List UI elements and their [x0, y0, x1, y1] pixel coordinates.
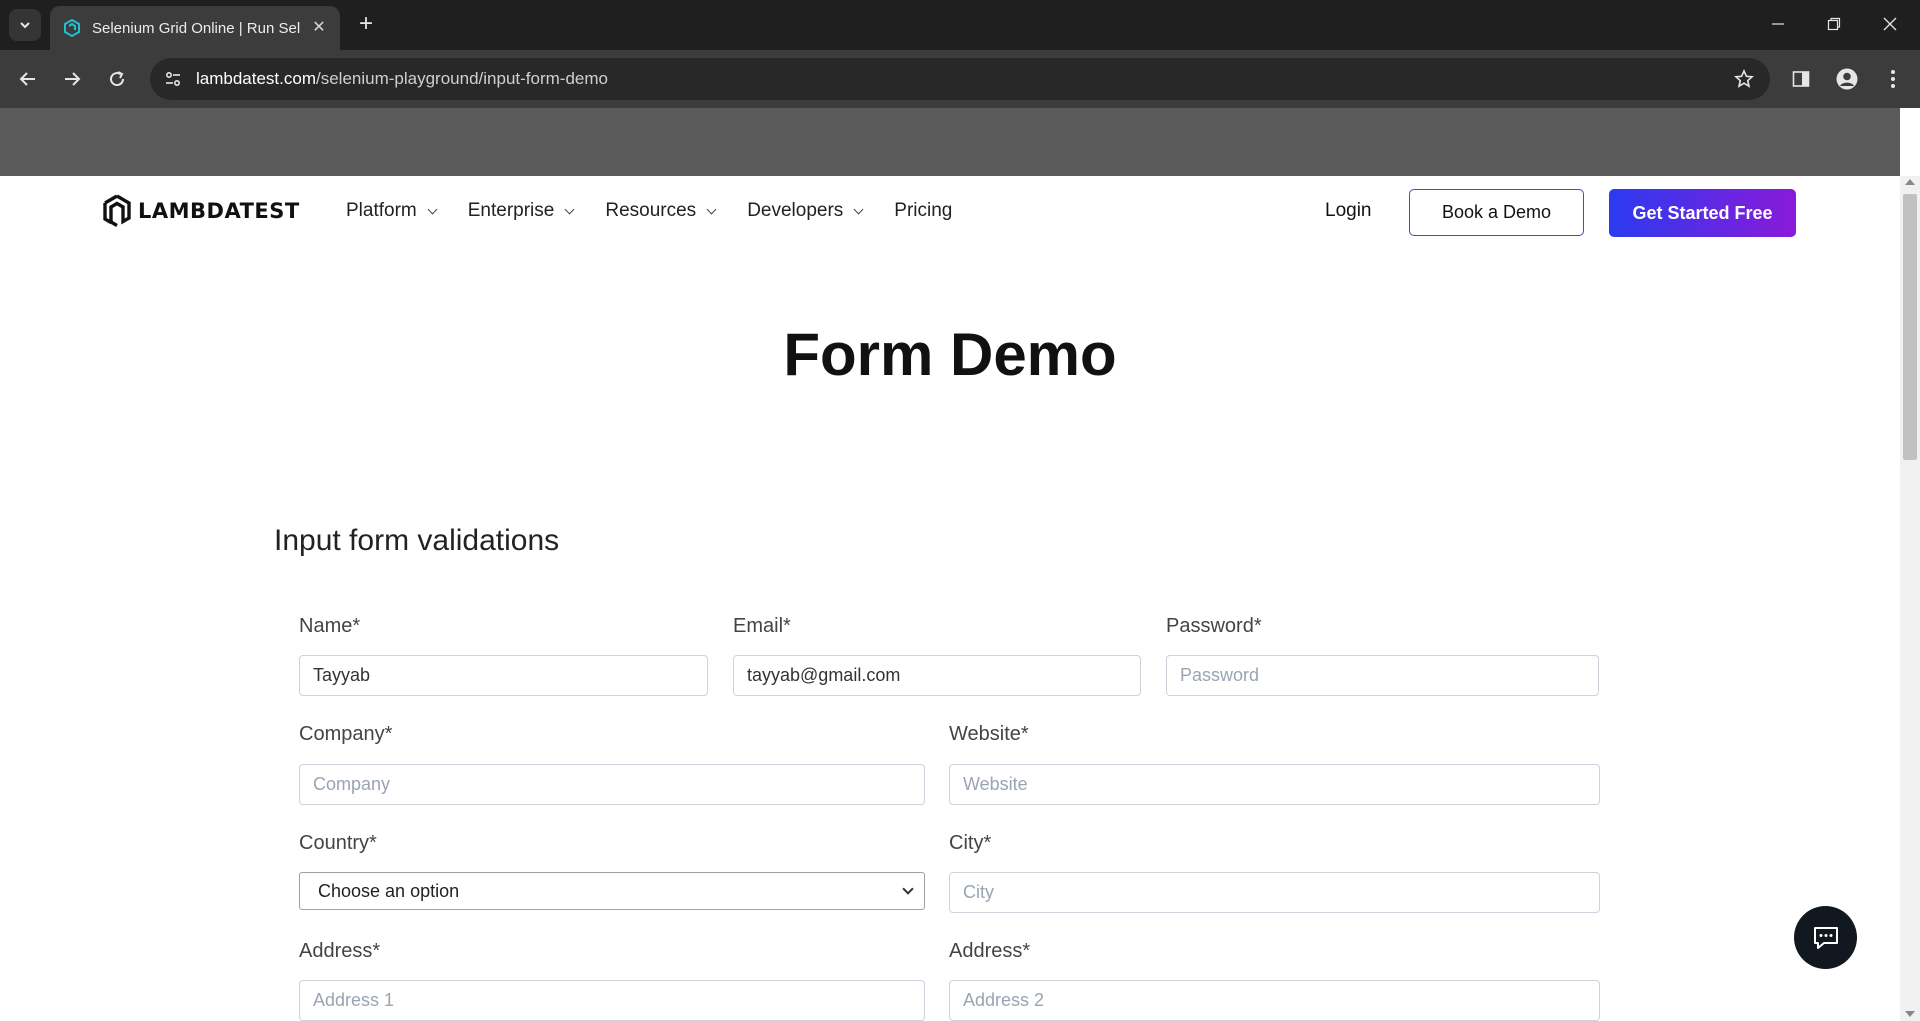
reload-icon[interactable] [100, 62, 134, 96]
back-icon[interactable] [11, 62, 45, 96]
page-scrollbar[interactable] [1900, 176, 1920, 1021]
email-label: Email* [733, 615, 791, 637]
book-demo-button[interactable]: Book a Demo [1409, 189, 1584, 236]
lambdatest-logo[interactable]: LAMBDATEST [102, 194, 300, 228]
site-header: LAMBDATEST Platform Enterprise Resources… [0, 176, 1900, 248]
nav-item-pricing[interactable]: Pricing [894, 200, 952, 222]
bookmark-star-icon[interactable] [1732, 67, 1756, 91]
city-input[interactable] [949, 872, 1600, 913]
nav-label: Pricing [894, 200, 953, 221]
browser-tab[interactable]: Selenium Grid Online | Run Sel ✕ [50, 6, 340, 50]
tab-title: Selenium Grid Online | Run Sel [92, 19, 301, 37]
password-label: Password* [1166, 615, 1262, 637]
country-selected-value: Choose an option [318, 880, 460, 901]
city-label: City* [949, 832, 992, 854]
website-input[interactable] [949, 764, 1600, 805]
chevron-down-icon [564, 204, 575, 215]
section-title: Input form validations [274, 524, 560, 557]
nav-label: Developers [747, 200, 844, 221]
login-link[interactable]: Login [1325, 200, 1372, 222]
chevron-down-icon [902, 883, 914, 895]
address1-label: Address* [299, 940, 381, 962]
address2-input[interactable] [949, 980, 1600, 1021]
lambdatest-favicon-icon [62, 18, 82, 38]
name-input[interactable] [299, 655, 708, 696]
address-bar[interactable]: lambdatest.com/selenium-playground/input… [150, 58, 1770, 100]
nav-label: Platform [346, 200, 417, 221]
chevron-down-icon [706, 204, 717, 215]
address2-label: Address* [949, 940, 1031, 962]
browser-toolbar: lambdatest.com/selenium-playground/input… [0, 50, 1920, 108]
site-info-icon[interactable] [160, 66, 186, 92]
scroll-down-icon[interactable] [1905, 1011, 1915, 1017]
website-label: Website* [949, 723, 1029, 745]
name-label: Name* [299, 615, 361, 637]
nav-item-platform[interactable]: Platform [346, 200, 438, 222]
top-banner [0, 108, 1900, 176]
address1-input[interactable] [299, 980, 925, 1021]
nav-item-enterprise[interactable]: Enterprise [467, 200, 575, 222]
forward-icon[interactable] [55, 62, 89, 96]
url-domain: lambdatest.com [196, 69, 316, 88]
password-input[interactable] [1166, 655, 1599, 696]
country-label: Country* [299, 832, 377, 854]
page-title: Form Demo [783, 321, 1117, 388]
company-input[interactable] [299, 764, 925, 805]
get-started-button[interactable]: Get Started Free [1609, 189, 1796, 237]
restore-icon[interactable] [1812, 10, 1856, 38]
nav-label: Enterprise [467, 200, 555, 221]
scroll-up-icon[interactable] [1905, 179, 1915, 185]
country-select[interactable]: Choose an option [299, 872, 925, 910]
email-input[interactable] [733, 655, 1141, 696]
minimize-icon[interactable] [1756, 10, 1800, 38]
nav-label: Resources [605, 200, 697, 221]
company-label: Company* [299, 723, 393, 745]
chevron-down-icon [427, 204, 438, 215]
nav-item-resources[interactable]: Resources [605, 200, 717, 222]
nav-item-developers[interactable]: Developers [747, 200, 864, 222]
chevron-down-icon [853, 204, 864, 215]
close-tab-icon[interactable]: ✕ [310, 19, 328, 37]
main-nav: Platform Enterprise Resources Developers… [346, 200, 984, 222]
new-tab-icon[interactable]: + [352, 10, 380, 38]
close-window-icon[interactable] [1868, 10, 1912, 38]
url-text: lambdatest.com/selenium-playground/input… [196, 69, 608, 89]
chat-icon [1813, 926, 1838, 949]
chat-widget-button[interactable] [1794, 906, 1857, 969]
tab-search-icon[interactable] [9, 9, 41, 41]
browser-tabstrip: Selenium Grid Online | Run Sel ✕ + [0, 0, 1920, 50]
scroll-thumb[interactable] [1903, 194, 1917, 460]
browser-menu-icon[interactable] [1878, 64, 1908, 94]
logo-text: LAMBDATEST [138, 199, 300, 223]
profile-icon[interactable] [1832, 64, 1862, 94]
url-path: /selenium-playground/input-form-demo [316, 69, 608, 88]
lambdatest-logo-icon [103, 194, 131, 227]
side-panel-icon[interactable] [1786, 64, 1816, 94]
